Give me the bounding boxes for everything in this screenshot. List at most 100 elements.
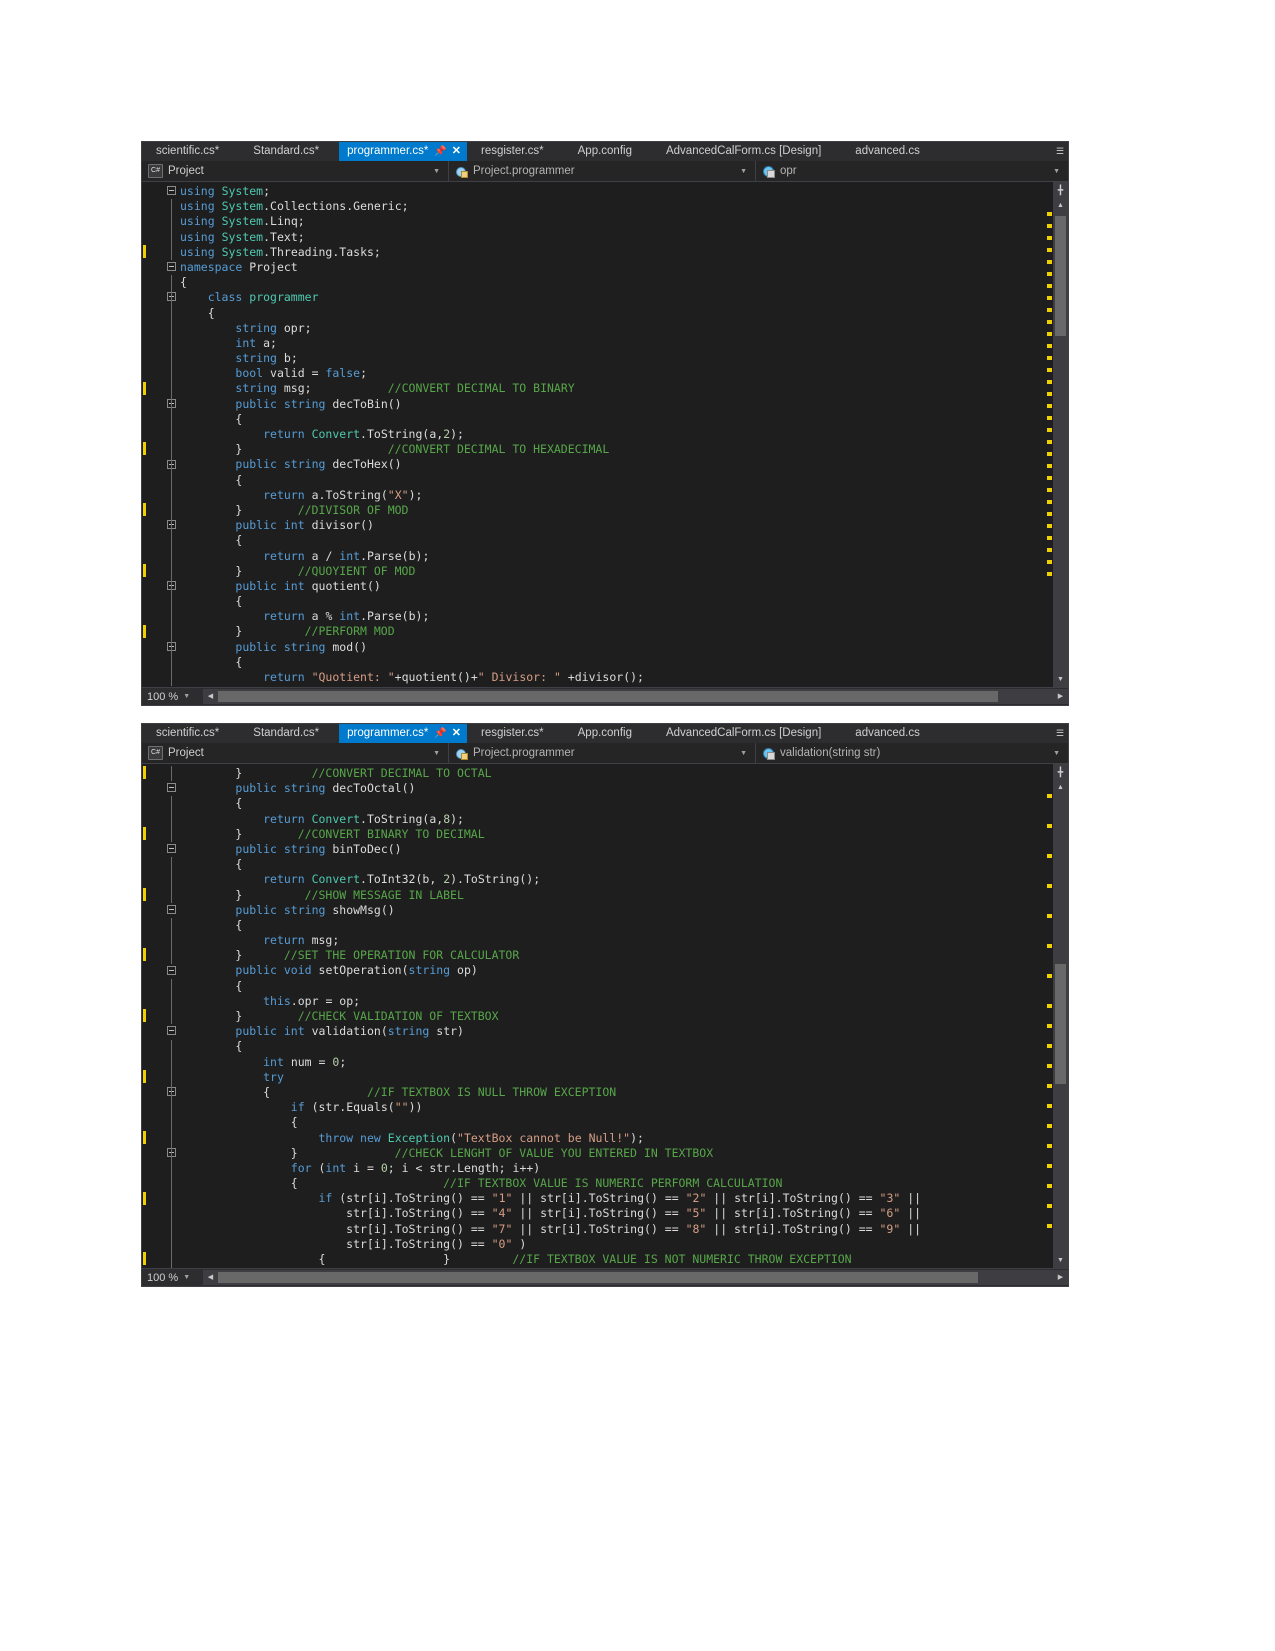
tab-scientific-cs[interactable]: scientific.cs* <box>142 724 239 743</box>
vertical-scrollbar-bottom[interactable]: ╋ ▲ ▼ <box>1053 764 1068 1268</box>
type-dropdown[interactable]: Project.programmer ▼ <box>449 161 756 181</box>
code-text-top[interactable]: using System; using System.Collections.Ge… <box>180 182 1053 687</box>
close-icon[interactable]: ✕ <box>452 142 461 161</box>
zoom-control-bottom[interactable]: 100 % ▼ <box>142 1272 203 1284</box>
editor-surface-top[interactable]: using System; using System.Collections.Ge… <box>142 182 1068 687</box>
tab-label: programmer.cs* <box>347 727 429 739</box>
code-line: return Convert.ToInt32(b, 2).ToString(); <box>263 872 541 887</box>
code-line: using System; <box>180 184 271 198</box>
tab-resgister-cs[interactable]: resgister.cs* <box>467 724 564 743</box>
outlining-margin-bottom[interactable] <box>164 764 180 1268</box>
split-view-handle-icon[interactable]: ╋ <box>1053 764 1068 780</box>
scroll-change-marker <box>1047 428 1052 432</box>
type-dropdown[interactable]: Project.programmer ▼ <box>449 743 756 763</box>
scroll-change-marker <box>1047 974 1052 978</box>
tab-overflow-menu-icon[interactable]: ☰ <box>1052 142 1068 161</box>
csharp-file-icon: C# <box>148 164 163 178</box>
outline-guide-line <box>171 766 172 782</box>
scroll-left-icon[interactable]: ◀ <box>203 1270 218 1285</box>
code-line: } //PERFORM MOD <box>180 624 395 639</box>
tab-label: programmer.cs* <box>347 145 429 157</box>
tab-standard-cs[interactable]: Standard.cs* <box>239 724 339 743</box>
project-dropdown[interactable]: C# Project ▼ <box>142 743 449 763</box>
collapse-outline-icon[interactable] <box>167 965 176 975</box>
code-line: return Convert.ToString(a,8); <box>263 811 464 826</box>
code-line: using System.Collections.Generic; <box>180 199 409 214</box>
scroll-left-icon[interactable]: ◀ <box>203 689 218 704</box>
member-dropdown[interactable]: validation(string str) ▼ <box>756 743 1068 763</box>
horizontal-scroll-thumb[interactable] <box>218 691 998 702</box>
navigation-bar-bottom: C# Project ▼ Project.programmer ▼ valida… <box>142 743 1068 764</box>
chevron-down-icon: ▼ <box>433 749 440 757</box>
scroll-down-icon[interactable]: ▼ <box>1053 672 1068 687</box>
horizontal-scrollbar-bottom[interactable]: ◀ ▶ <box>203 1270 1068 1285</box>
outline-guide-line <box>171 533 172 580</box>
glyph-margin-bottom[interactable] <box>146 764 164 1268</box>
code-line: return a / int.Parse(b); <box>263 548 430 563</box>
tab-standard-cs[interactable]: Standard.cs* <box>239 142 339 161</box>
horizontal-scroll-track[interactable] <box>218 1270 1053 1285</box>
member-dropdown[interactable]: opr ▼ <box>756 161 1068 181</box>
field-icon <box>762 165 775 178</box>
editor-surface-bottom[interactable]: } //CONVERT DECIMAL TO OCTAL public stri… <box>142 764 1068 1268</box>
close-icon[interactable]: ✕ <box>452 724 461 743</box>
project-dropdown[interactable]: C# Project ▼ <box>142 161 449 181</box>
tab-app-config[interactable]: App.config <box>564 142 652 161</box>
horizontal-scroll-track[interactable] <box>218 689 1053 704</box>
collapse-outline-icon[interactable] <box>167 783 176 793</box>
tab-overflow-menu-icon[interactable]: ☰ <box>1052 724 1068 743</box>
scroll-right-icon[interactable]: ▶ <box>1053 1270 1068 1285</box>
tab-scientific-cs[interactable]: scientific.cs* <box>142 142 239 161</box>
scroll-marker-column-top <box>1046 182 1052 687</box>
tab-programmer-cs[interactable]: programmer.cs* 📌 ✕ <box>339 142 467 161</box>
tab-resgister-cs[interactable]: resgister.cs* <box>467 142 564 161</box>
collapse-outline-icon[interactable] <box>167 186 176 195</box>
outline-guide-line <box>171 1161 172 1268</box>
collapse-outline-icon[interactable] <box>167 904 176 914</box>
horizontal-scrollbar-top[interactable]: ◀ ▶ <box>203 689 1068 704</box>
scroll-down-icon[interactable]: ▼ <box>1053 1253 1068 1268</box>
outline-guide-line <box>171 1100 172 1146</box>
tab-advancedcalform-design[interactable]: AdvancedCalForm.cs [Design] <box>652 142 841 161</box>
scroll-up-icon[interactable]: ▲ <box>1053 198 1068 213</box>
outlining-margin-top[interactable] <box>164 182 180 687</box>
vertical-scroll-thumb[interactable] <box>1055 216 1066 336</box>
horizontal-scroll-thumb[interactable] <box>218 1272 978 1283</box>
vertical-scrollbar-top[interactable]: ╋ ▲ ▼ <box>1053 182 1068 687</box>
tab-advanced-cs[interactable]: advanced.cs <box>841 724 940 743</box>
chevron-down-icon: ▼ <box>433 167 440 175</box>
code-text-bottom[interactable]: } //CONVERT DECIMAL TO OCTAL public stri… <box>180 764 1053 1268</box>
split-view-handle-icon[interactable]: ╋ <box>1053 182 1068 198</box>
code-line: { <box>180 1039 243 1054</box>
scroll-change-marker <box>1047 416 1052 420</box>
chevron-down-icon: ▼ <box>183 693 191 700</box>
scroll-change-marker <box>1047 1124 1052 1128</box>
tab-advancedcalform-design[interactable]: AdvancedCalForm.cs [Design] <box>652 724 841 743</box>
collapse-outline-icon[interactable] <box>167 262 176 271</box>
scroll-change-marker <box>1047 296 1052 300</box>
collapse-outline-icon[interactable] <box>167 1026 176 1036</box>
pin-icon[interactable]: 📌 <box>434 724 446 743</box>
project-label: Project <box>168 747 204 759</box>
zoom-control-top[interactable]: 100 % ▼ <box>142 691 203 703</box>
tab-advanced-cs[interactable]: advanced.cs <box>841 142 940 161</box>
code-line: { <box>180 796 243 811</box>
scroll-change-marker <box>1047 572 1052 576</box>
tab-programmer-cs[interactable]: programmer.cs* 📌 ✕ <box>339 724 467 743</box>
scroll-change-marker <box>1047 224 1052 228</box>
vertical-scroll-thumb[interactable] <box>1055 964 1066 1084</box>
scroll-up-icon[interactable]: ▲ <box>1053 780 1068 795</box>
tab-label: Standard.cs* <box>253 727 320 739</box>
member-label: validation(string str) <box>780 747 881 759</box>
editor-status-bar-bottom: 100 % ▼ ◀ ▶ <box>142 1268 1068 1286</box>
collapse-outline-icon[interactable] <box>167 844 176 853</box>
tab-app-config[interactable]: App.config <box>564 724 652 743</box>
scroll-right-icon[interactable]: ▶ <box>1053 689 1068 704</box>
type-label: Project.programmer <box>473 165 575 177</box>
scroll-change-marker <box>1047 884 1052 888</box>
zoom-level-label: 100 % <box>147 690 179 703</box>
scroll-change-marker <box>1047 380 1052 384</box>
glyph-margin-top[interactable] <box>146 182 164 687</box>
pin-icon[interactable]: 📌 <box>434 142 446 161</box>
scroll-change-marker <box>1047 248 1052 252</box>
